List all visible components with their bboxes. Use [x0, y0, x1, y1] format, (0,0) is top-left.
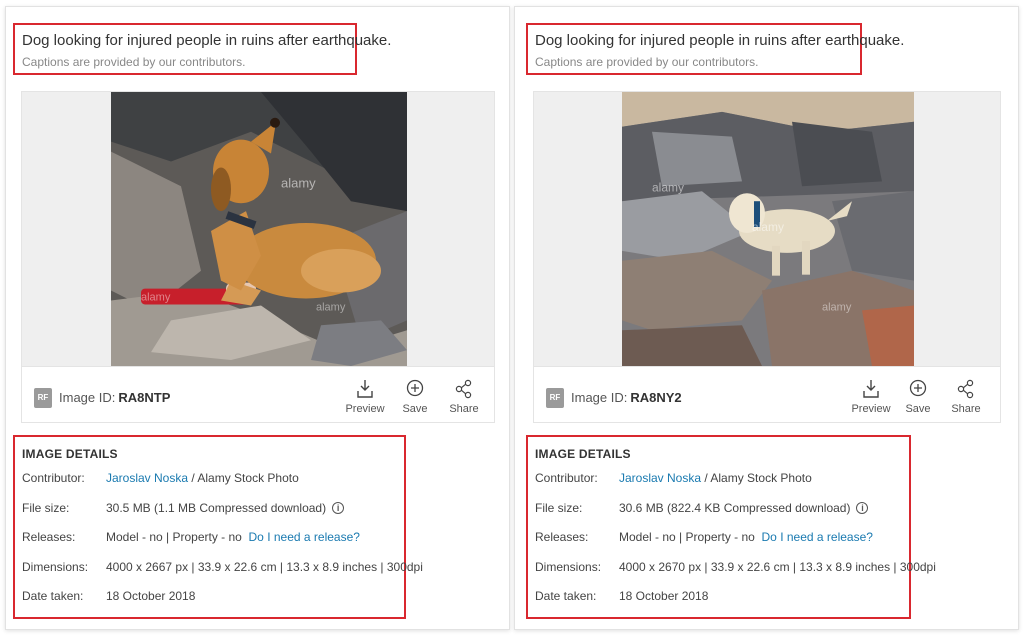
file-size-label: File size: [22, 500, 70, 515]
date-row: Date taken: 18 October 2018 [535, 589, 902, 619]
svg-text:alamy: alamy [652, 180, 684, 194]
file-size-value: 30.5 MB (1.1 MB Compressed download) [106, 500, 327, 515]
caption-subtitle: Captions are provided by our contributor… [535, 55, 759, 69]
dimensions-value: 4000 x 2670 px | 33.9 x 22.6 cm | 13.3 x… [619, 559, 936, 574]
image-details: IMAGE DETAILS Contributor: Jaroslav Nosk… [13, 435, 423, 619]
caption-title: Dog looking for injured people in ruins … [22, 32, 392, 49]
image-id: Image ID: RA8NY2 [571, 390, 682, 405]
details-heading: IMAGE DETAILS [22, 447, 118, 461]
svg-text:alamy: alamy [822, 301, 852, 313]
contributor-row: Contributor: Jaroslav Noska / Alamy Stoc… [535, 471, 902, 501]
caption-highlight: Dog looking for injured people in ruins … [526, 23, 905, 75]
releases-value: Model - no | Property - no [619, 530, 755, 545]
releases-row: Releases: Model - no | Property - no Do … [22, 530, 397, 560]
date-row: Date taken: 18 October 2018 [22, 589, 397, 619]
release-help-link[interactable]: Do I need a release? [249, 530, 360, 544]
dimensions-row: Dimensions: 4000 x 2667 px | 33.9 x 22.6… [22, 559, 423, 590]
image-card-right: Dog looking for injured people in ruins … [514, 6, 1019, 630]
contributor-label: Contributor: [535, 471, 598, 485]
details-heading: IMAGE DETAILS [535, 447, 631, 461]
contributor-suffix: / Alamy Stock Photo [704, 471, 812, 485]
image-card-left: Dog looking for injured people in ruins … [5, 6, 510, 630]
share-button[interactable]: Share [444, 379, 484, 415]
svg-text:alamy: alamy [752, 220, 784, 234]
save-button[interactable]: Save [395, 379, 435, 415]
image-id-value: RA8NY2 [630, 390, 682, 405]
image-details: IMAGE DETAILS Contributor: Jaroslav Nosk… [526, 435, 936, 619]
image-id-value: RA8NTP [118, 390, 171, 405]
svg-text:alamy: alamy [316, 301, 346, 313]
releases-label: Releases: [535, 530, 589, 545]
caption-title: Dog looking for injured people in ruins … [535, 32, 905, 49]
svg-text:alamy: alamy [141, 292, 171, 304]
release-help-link[interactable]: Do I need a release? [762, 530, 873, 544]
preview-icon [863, 380, 879, 398]
image-viewer: alamy alamy alamy [533, 91, 1001, 367]
file-size-row: File size: 30.6 MB (822.4 KB Compressed … [535, 501, 902, 531]
stock-photo[interactable]: alamy alamy alamy [622, 92, 914, 366]
date-value: 18 October 2018 [106, 589, 196, 604]
image-viewer: alamy alamy alamy [21, 91, 495, 367]
image-id-label: Image ID: [571, 390, 628, 405]
dimensions-row: Dimensions: 4000 x 2670 px | 33.9 x 22.6… [535, 559, 936, 590]
releases-value: Model - no | Property - no [106, 530, 242, 545]
date-label: Date taken: [535, 589, 597, 604]
share-label: Share [449, 403, 479, 415]
preview-button[interactable]: Preview [851, 379, 891, 415]
info-icon[interactable]: i [332, 501, 345, 514]
date-value: 18 October 2018 [619, 589, 709, 604]
releases-row: Releases: Model - no | Property - no Do … [535, 530, 902, 560]
file-size-label: File size: [535, 500, 583, 515]
contributor-row: Contributor: Jaroslav Noska / Alamy Stoc… [22, 471, 397, 501]
save-label: Save [402, 403, 428, 415]
contributor-link[interactable]: Jaroslav Noska [106, 471, 188, 485]
share-button[interactable]: Share [946, 379, 986, 415]
preview-label: Preview [345, 403, 385, 415]
preview-label: Preview [851, 403, 891, 415]
contributor-suffix: / Alamy Stock Photo [191, 471, 299, 485]
releases-label: Releases: [22, 530, 76, 545]
file-size-value: 30.6 MB (822.4 KB Compressed download) [619, 500, 851, 515]
image-id-label: Image ID: [59, 390, 116, 405]
date-label: Date taken: [22, 589, 84, 604]
svg-text:alamy: alamy [281, 175, 316, 190]
share-label: Share [951, 403, 981, 415]
save-label: Save [905, 403, 931, 415]
preview-icon [357, 380, 373, 398]
contributor-link[interactable]: Jaroslav Noska [619, 471, 701, 485]
rf-badge: RF [34, 388, 52, 408]
info-icon[interactable]: i [856, 501, 869, 514]
save-button[interactable]: Save [898, 379, 938, 415]
file-size-row: File size: 30.5 MB (1.1 MB Compressed do… [22, 501, 397, 531]
dimensions-label: Dimensions: [535, 559, 602, 574]
image-id: Image ID: RA8NTP [59, 390, 170, 405]
caption-subtitle: Captions are provided by our contributor… [22, 55, 246, 69]
rf-badge: RF [546, 388, 564, 408]
save-icon [909, 379, 927, 397]
save-icon [406, 379, 424, 397]
image-id-bar: RF Image ID: RA8NTP Preview Save Share [21, 367, 495, 423]
dimensions-value: 4000 x 2667 px | 33.9 x 22.6 cm | 13.3 x… [106, 559, 423, 574]
image-id-bar: RF Image ID: RA8NY2 Preview Save Share [533, 367, 1001, 423]
share-icon [957, 379, 974, 399]
stock-photo[interactable]: alamy alamy alamy [111, 92, 407, 366]
preview-button[interactable]: Preview [345, 379, 385, 415]
caption-highlight: Dog looking for injured people in ruins … [13, 23, 392, 75]
contributor-label: Contributor: [22, 471, 85, 485]
dimensions-label: Dimensions: [22, 559, 89, 574]
share-icon [455, 379, 472, 399]
